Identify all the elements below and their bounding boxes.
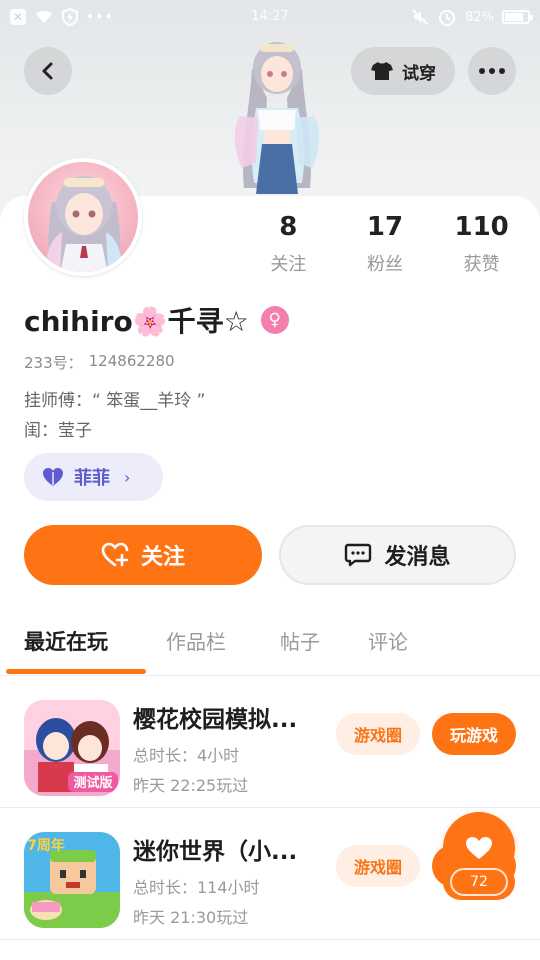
active-tab-indicator	[6, 669, 146, 674]
game-icon-badge: 7周年	[27, 837, 65, 854]
follow-button[interactable]: 关注	[24, 525, 262, 585]
bio-line-1: 挂师傅：“ 笨蛋__羊玲 ”	[24, 391, 206, 411]
tshirt-icon	[371, 62, 393, 80]
status-bar: ✕ ••• 14:27 82%	[0, 0, 540, 36]
battery-icon	[502, 10, 533, 24]
battery-percent: 82%	[465, 9, 494, 25]
stat-likes-label: 获赞	[463, 254, 500, 275]
game-row[interactable]: 测试版 樱花校园模拟... 总时长：4小时 昨天 22:25玩过 游戏圈 玩游戏	[0, 676, 540, 808]
game-circle-button[interactable]: 游戏圈	[336, 713, 420, 755]
bio-line-2: 闺：莹子	[24, 421, 92, 441]
bio: 挂师傅：“ 笨蛋__羊玲 ” 闺：莹子	[24, 386, 205, 446]
game-last-played: 昨天 22:25玩过	[133, 776, 249, 795]
stat-following-value: 8	[279, 212, 298, 242]
stat-fans[interactable]: 17 粉丝	[340, 212, 430, 276]
play-game-button[interactable]: 玩游戏	[432, 713, 516, 755]
uid-value: 124862280	[88, 352, 175, 370]
stat-fans-value: 17	[366, 212, 404, 242]
game-last-played: 昨天 21:30玩过	[133, 908, 249, 927]
username: chihiro🌸千寻☆	[24, 305, 249, 338]
tab-comments[interactable]: 评论	[368, 626, 408, 655]
like-count: 72	[450, 868, 508, 896]
username-row: chihiro🌸千寻☆ ♀	[24, 300, 289, 340]
send-message-button[interactable]: 发消息	[279, 525, 516, 585]
stat-likes[interactable]: 110 获赞	[437, 212, 527, 276]
stat-following[interactable]: 8 关注	[243, 212, 333, 276]
chevron-right-icon: ›	[124, 467, 131, 487]
game-duration: 总时长：4小时	[133, 746, 240, 765]
gender-female-icon: ♀	[260, 306, 289, 334]
send-message-label: 发消息	[384, 545, 451, 570]
heart-icon	[43, 468, 63, 486]
more-dots-icon	[479, 68, 505, 74]
game-icon-mini-world: 7周年	[24, 832, 120, 928]
game-title: 迷你世界（小...	[133, 839, 298, 865]
chevron-left-icon	[42, 62, 53, 80]
try-on-label: 试穿	[402, 63, 436, 84]
tab-recently-played[interactable]: 最近在玩	[24, 626, 108, 656]
uid-label: 233号：	[24, 354, 83, 372]
tab-posts[interactable]: 帖子	[280, 626, 320, 655]
heart-plus-icon	[101, 542, 129, 567]
avatar[interactable]	[24, 158, 142, 276]
avatar-figure	[222, 38, 332, 198]
profile-stats: 8 关注 17 粉丝 110 获赞	[240, 212, 530, 276]
follow-label: 关注	[140, 545, 185, 570]
tag-label: 菲菲	[74, 468, 110, 489]
tab-works[interactable]: 作品栏	[166, 626, 226, 655]
game-icon-badge: 测试版	[73, 775, 112, 791]
chat-bubble-icon	[345, 543, 372, 567]
mute-icon	[412, 9, 428, 25]
alarm-icon	[439, 10, 456, 26]
stat-likes-value: 110	[454, 212, 509, 242]
heart-icon	[466, 837, 492, 859]
stat-fans-label: 粉丝	[366, 254, 403, 275]
game-circle-button[interactable]: 游戏圈	[336, 845, 420, 887]
relationship-tag-chip[interactable]: 菲菲 ›	[24, 453, 163, 501]
try-on-button[interactable]: 试穿	[351, 47, 455, 95]
more-options-button[interactable]	[468, 47, 516, 95]
game-duration: 总时长：114小时	[133, 878, 260, 897]
game-title: 樱花校园模拟...	[133, 707, 298, 733]
back-button[interactable]	[24, 47, 72, 95]
game-icon-sakura-school: 测试版	[24, 700, 120, 796]
profile-tabs: 最近在玩 作品栏 帖子 评论	[0, 612, 540, 676]
floating-like-count: 72	[443, 864, 515, 900]
user-id: 233号： 124862280	[24, 352, 175, 373]
stat-following-label: 关注	[270, 254, 307, 275]
